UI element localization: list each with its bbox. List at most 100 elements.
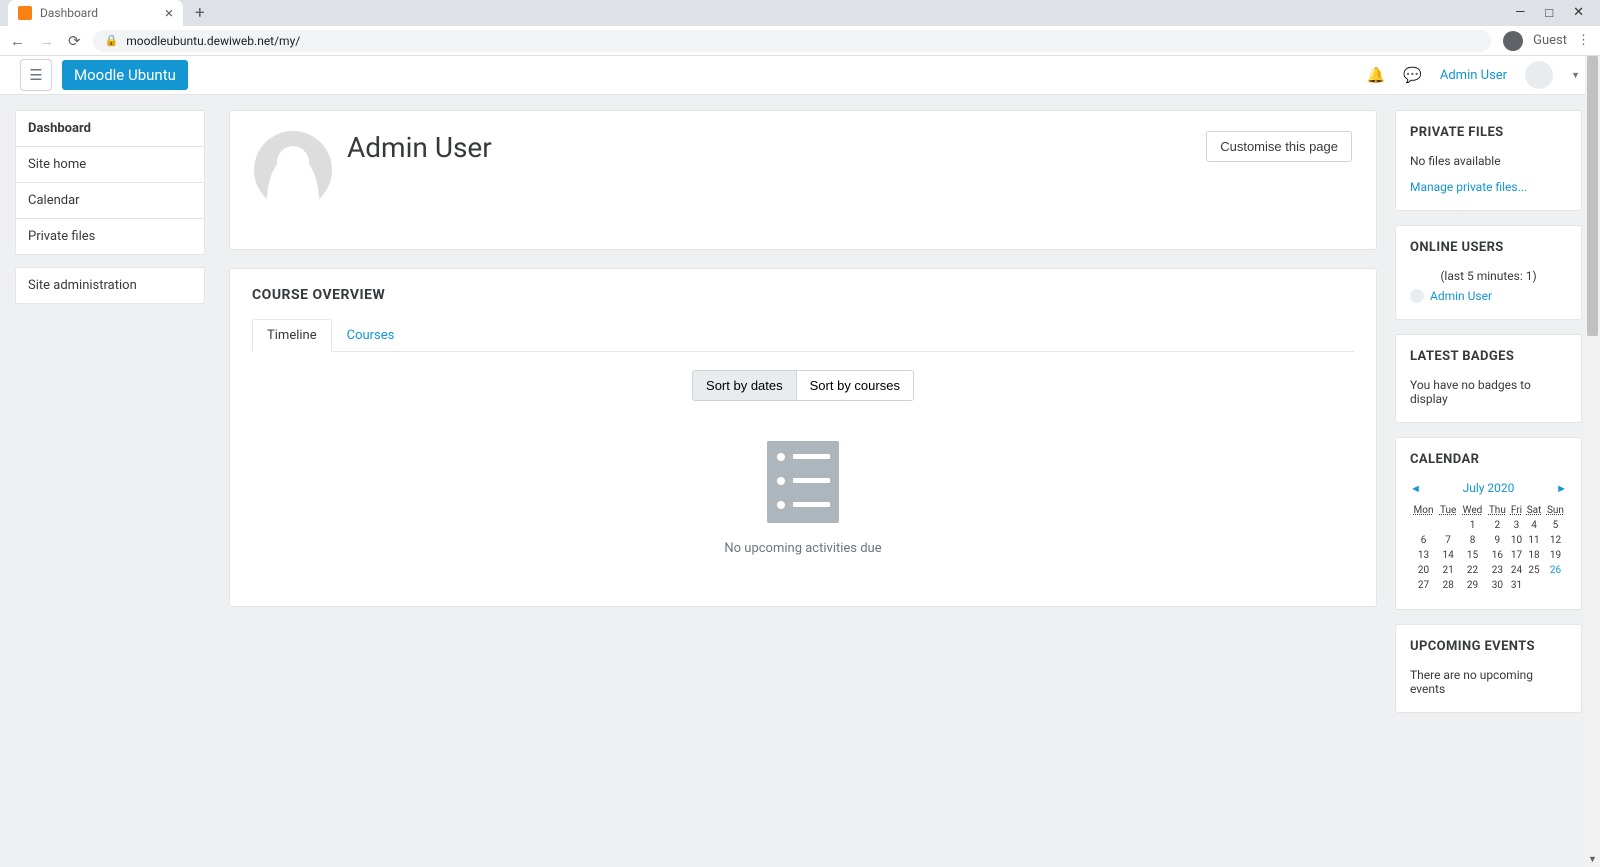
calendar-day-header: Fri: [1509, 503, 1524, 518]
user-avatar-icon[interactable]: [1525, 61, 1553, 89]
minimize-icon[interactable]: —: [1515, 5, 1525, 21]
upcoming-events-title: UPCOMING EVENTS: [1410, 639, 1567, 654]
empty-state-text: No upcoming activities due: [252, 541, 1354, 556]
calendar-day-header: Wed: [1459, 503, 1486, 518]
course-overview-card: COURSE OVERVIEW TimelineCourses Sort by …: [229, 268, 1377, 607]
customise-page-button[interactable]: Customise this page: [1206, 131, 1352, 162]
close-tab-icon[interactable]: ×: [165, 4, 173, 22]
reload-icon[interactable]: ⟳: [68, 32, 81, 50]
calendar-day-cell[interactable]: 23: [1486, 563, 1509, 578]
calendar-day-cell[interactable]: 6: [1410, 533, 1437, 548]
calendar-day-cell[interactable]: 9: [1486, 533, 1509, 548]
calendar-day-cell[interactable]: 8: [1459, 533, 1486, 548]
calendar-day-cell[interactable]: 15: [1459, 548, 1486, 563]
calendar-day-header: Sat: [1524, 503, 1544, 518]
sidebar-item-calendar[interactable]: Calendar: [16, 183, 204, 219]
calendar-day-cell[interactable]: 11: [1524, 533, 1544, 548]
calendar-day-cell[interactable]: 4: [1524, 518, 1544, 533]
calendar-day-cell[interactable]: 19: [1544, 548, 1567, 563]
calendar-day-cell[interactable]: 21: [1437, 563, 1459, 578]
tab-timeline[interactable]: Timeline: [252, 319, 332, 352]
new-tab-button[interactable]: +: [183, 3, 217, 23]
guest-avatar-icon[interactable]: [1503, 31, 1523, 51]
sidebar-admin-block: Site administration: [15, 267, 205, 304]
calendar-month-link[interactable]: July 2020: [1463, 481, 1515, 495]
calendar-day-cell[interactable]: 12: [1544, 533, 1567, 548]
calendar-day-cell[interactable]: 18: [1524, 548, 1544, 563]
online-users-count: (last 5 minutes: 1): [1410, 269, 1567, 283]
url-text: moodleubuntu.dewiweb.net/my/: [126, 34, 300, 48]
online-users-block: ONLINE USERS (last 5 minutes: 1) Admin U…: [1395, 225, 1582, 320]
url-input[interactable]: 🔒 moodleubuntu.dewiweb.net/my/: [93, 30, 1492, 52]
tab-title: Dashboard: [40, 6, 98, 20]
calendar-day-cell[interactable]: 5: [1544, 518, 1567, 533]
back-icon[interactable]: ←: [10, 32, 25, 50]
calendar-day-cell[interactable]: 31: [1509, 578, 1524, 593]
browser-menu-icon[interactable]: ⋮: [1577, 33, 1590, 48]
calendar-day-cell[interactable]: 2: [1486, 518, 1509, 533]
sort-button-group: Sort by datesSort by courses: [692, 370, 914, 401]
brand-label[interactable]: Moodle Ubuntu: [62, 60, 188, 90]
hamburger-button[interactable]: ☰: [20, 59, 52, 91]
calendar-day-header: Tue: [1437, 503, 1459, 518]
calendar-day-header: Mon: [1410, 503, 1437, 518]
calendar-prev-button[interactable]: ◄: [1410, 482, 1421, 495]
calendar-day-cell[interactable]: 14: [1437, 548, 1459, 563]
calendar-day-cell[interactable]: 24: [1509, 563, 1524, 578]
calendar-block: CALENDAR ◄ July 2020 ► MonTueWedThuFriSa…: [1395, 437, 1582, 610]
favicon-icon: [18, 6, 32, 20]
latest-badges-title: LATEST BADGES: [1410, 349, 1567, 364]
user-name-link[interactable]: Admin User: [1440, 68, 1507, 83]
right-column: PRIVATE FILES No files available Manage …: [1395, 95, 1600, 867]
calendar-day-cell[interactable]: 25: [1524, 563, 1544, 578]
online-user-link[interactable]: Admin User: [1430, 289, 1492, 303]
private-files-message: No files available: [1410, 154, 1567, 168]
calendar-day-cell[interactable]: 7: [1437, 533, 1459, 548]
tab-courses[interactable]: Courses: [332, 319, 410, 352]
private-files-title: PRIVATE FILES: [1410, 125, 1567, 140]
scrollbar-down-icon[interactable]: ▼: [1585, 854, 1600, 865]
calendar-day-cell: [1437, 518, 1459, 533]
calendar-day-cell[interactable]: 28: [1437, 578, 1459, 593]
scrollbar-thumb[interactable]: [1587, 56, 1598, 336]
calendar-day-cell[interactable]: 26: [1544, 563, 1567, 578]
calendar-next-button[interactable]: ►: [1556, 482, 1567, 495]
upcoming-events-block: UPCOMING EVENTS There are no upcoming ev…: [1395, 624, 1582, 713]
calendar-day-cell[interactable]: 10: [1509, 533, 1524, 548]
sidebar-item-private-files[interactable]: Private files: [16, 219, 204, 254]
sidebar-item-site-home[interactable]: Site home: [16, 147, 204, 183]
calendar-day-cell[interactable]: 27: [1410, 578, 1437, 593]
sidebar-item-dashboard[interactable]: Dashboard: [16, 111, 204, 147]
course-overview-title: COURSE OVERVIEW: [252, 287, 1354, 303]
calendar-day-cell[interactable]: 17: [1509, 548, 1524, 563]
empty-list-icon: [767, 441, 839, 523]
guest-label: Guest: [1533, 33, 1567, 48]
page-header-card: Admin User Customise this page: [229, 110, 1377, 250]
calendar-day-cell[interactable]: 30: [1486, 578, 1509, 593]
manage-private-files-link[interactable]: Manage private files...: [1410, 180, 1567, 194]
online-user-row: Admin User: [1410, 289, 1567, 303]
calendar-day-cell: [1544, 578, 1567, 593]
sort-button-sort-by-dates[interactable]: Sort by dates: [693, 371, 796, 400]
calendar-day-cell[interactable]: 1: [1459, 518, 1486, 533]
calendar-day-cell[interactable]: 3: [1509, 518, 1524, 533]
vertical-scrollbar[interactable]: ▼: [1585, 56, 1600, 867]
calendar-day-cell[interactable]: 16: [1486, 548, 1509, 563]
latest-badges-message: You have no badges to display: [1410, 378, 1567, 406]
calendar-day-cell[interactable]: 13: [1410, 548, 1437, 563]
forward-icon[interactable]: →: [39, 32, 54, 50]
notifications-icon[interactable]: 🔔: [1366, 66, 1385, 84]
browser-tab[interactable]: Dashboard ×: [8, 0, 183, 26]
empty-state: No upcoming activities due: [252, 421, 1354, 576]
calendar-day-cell[interactable]: 22: [1459, 563, 1486, 578]
messages-icon[interactable]: 💬: [1403, 66, 1422, 84]
chevron-down-icon[interactable]: ▼: [1571, 70, 1580, 81]
sidebar-item-site-admin[interactable]: Site administration: [16, 268, 204, 303]
close-window-icon[interactable]: ✕: [1573, 5, 1584, 21]
sort-button-sort-by-courses[interactable]: Sort by courses: [796, 371, 913, 400]
maximize-icon[interactable]: □: [1545, 5, 1553, 21]
online-user-avatar-icon: [1410, 289, 1424, 303]
sidebar-nav-block: DashboardSite homeCalendarPrivate files: [15, 110, 205, 255]
calendar-day-cell[interactable]: 20: [1410, 563, 1437, 578]
calendar-day-cell[interactable]: 29: [1459, 578, 1486, 593]
